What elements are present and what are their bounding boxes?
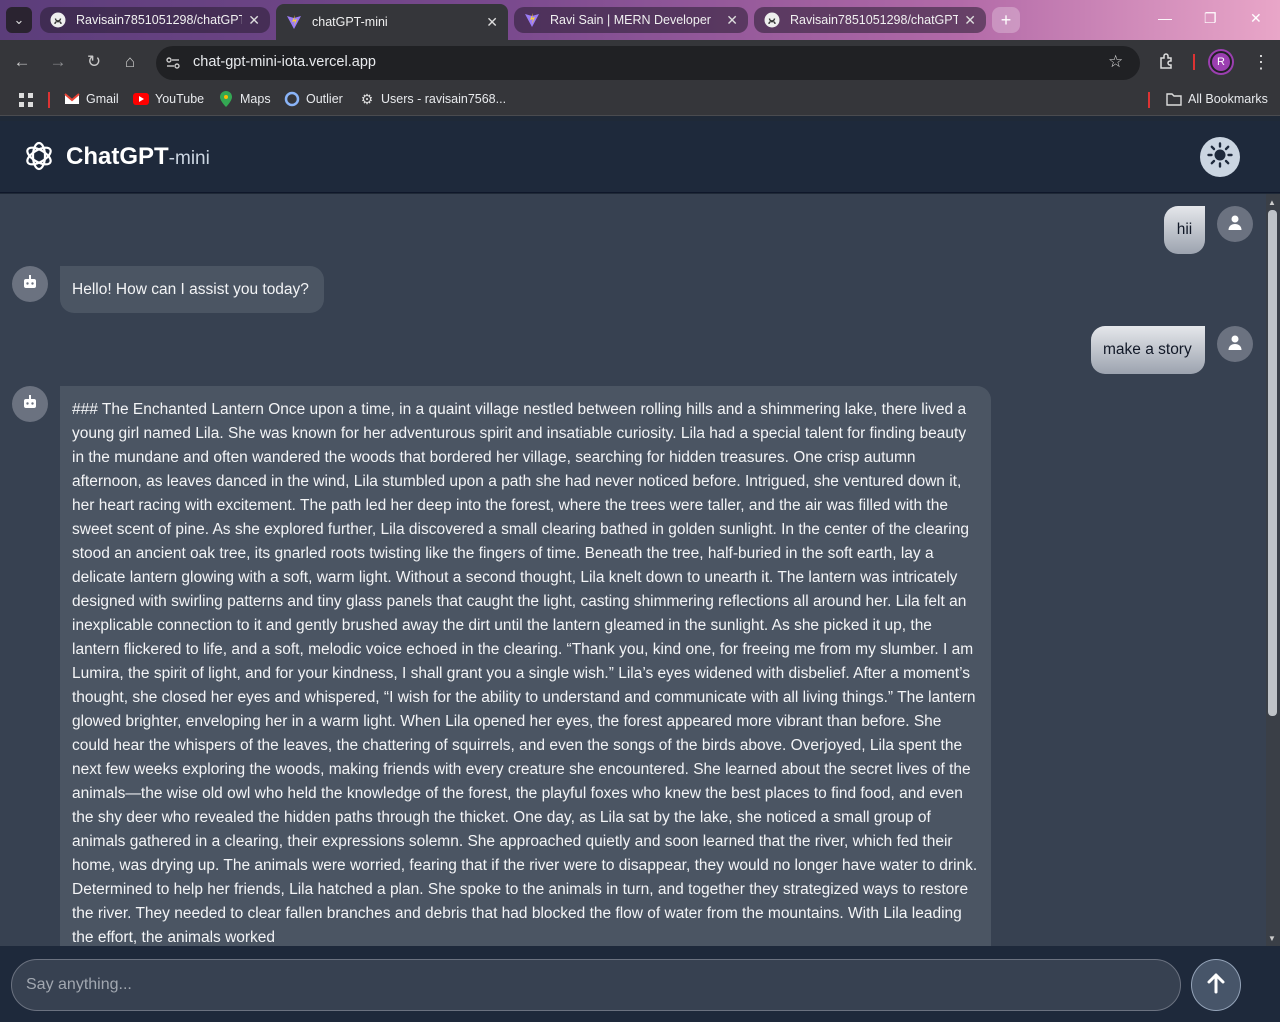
bookmark-star-icon[interactable]: ☆ — [1108, 52, 1123, 72]
home-icon[interactable]: ⌂ — [120, 52, 140, 72]
bookmark-label: Maps — [240, 92, 271, 106]
outlier-icon — [284, 91, 300, 107]
user-icon — [1227, 214, 1243, 235]
reload-icon[interactable]: ↻ — [84, 52, 104, 72]
user-avatar — [1217, 326, 1253, 362]
folder-icon — [1166, 92, 1182, 106]
scrollbar-thumb[interactable] — [1268, 210, 1277, 716]
robot-icon — [22, 274, 38, 295]
bookmark-divider — [1148, 92, 1150, 108]
tab-label: Ravisain7851051298/chatGPT-m — [790, 13, 959, 27]
close-icon[interactable]: ✕ — [248, 12, 260, 29]
message-text: ### The Enchanted Lantern Once upon a ti… — [72, 401, 978, 946]
tab-github-1[interactable]: Ravisain7851051298/chatGPT-m ✕ — [40, 7, 270, 33]
tab-portfolio[interactable]: Ravi Sain | MERN Developer ✕ — [514, 7, 748, 33]
bookmark-divider — [48, 92, 50, 108]
all-bookmarks-label: All Bookmarks — [1188, 92, 1268, 106]
bot-message: ### The Enchanted Lantern Once upon a ti… — [60, 386, 991, 946]
new-tab-button[interactable]: + — [992, 7, 1020, 33]
brand-name: ChatGPT — [66, 143, 169, 170]
bookmark-label: Outlier — [306, 92, 343, 106]
tab-label: Ravi Sain | MERN Developer — [550, 13, 711, 27]
maps-icon — [218, 91, 234, 107]
bot-avatar — [12, 266, 48, 302]
menu-kebab-icon[interactable]: ⋮ — [1252, 52, 1270, 73]
user-message: hii — [1164, 206, 1205, 254]
bookmark-label: Gmail — [86, 92, 119, 106]
bot-avatar — [12, 386, 48, 422]
brand-subtitle: -mini — [168, 148, 210, 169]
bookmark-label: Users - ravisain7568... — [381, 92, 507, 106]
robot-icon — [22, 394, 38, 415]
all-bookmarks[interactable]: All Bookmarks — [1166, 92, 1268, 106]
restore-icon[interactable]: ❐ — [1204, 10, 1217, 27]
user-icon — [1227, 334, 1243, 355]
tab-search-chevron-icon[interactable]: ⌄ — [6, 7, 32, 33]
bookmark-maps[interactable]: Maps — [218, 91, 271, 107]
back-arrow-icon[interactable]: ← — [12, 52, 32, 72]
github-icon — [50, 12, 66, 28]
close-icon[interactable]: ✕ — [964, 12, 976, 29]
bookmark-label: YouTube — [155, 92, 205, 106]
bookmark-outlier[interactable]: Outlier — [284, 91, 343, 107]
site-settings-icon[interactable] — [165, 55, 181, 71]
scroll-up-icon[interactable]: ▲ — [1268, 198, 1276, 207]
theme-toggle-button[interactable] — [1200, 137, 1240, 177]
tab-label: chatGPT-mini — [312, 15, 388, 29]
tab-github-2[interactable]: Ravisain7851051298/chatGPT-m ✕ — [754, 7, 986, 33]
user-avatar — [1217, 206, 1253, 242]
gmail-icon — [64, 92, 80, 106]
user-message: make a story — [1091, 326, 1205, 374]
close-icon[interactable]: ✕ — [486, 14, 498, 31]
bot-message: Hello! How can I assist you today? — [60, 266, 324, 313]
message-text: make a story — [1103, 341, 1192, 358]
forward-arrow-icon[interactable]: → — [48, 52, 68, 72]
vite-icon — [286, 14, 302, 30]
send-button[interactable] — [1191, 959, 1241, 1011]
github-icon — [764, 12, 780, 28]
gear-icon: ⚙ — [360, 90, 374, 107]
minimize-icon[interactable]: — — [1158, 10, 1172, 26]
tab-label: Ravisain7851051298/chatGPT-m — [76, 13, 243, 27]
youtube-icon — [133, 92, 149, 106]
message-text: Hello! How can I assist you today? — [72, 281, 309, 298]
scroll-down-icon[interactable]: ▼ — [1268, 934, 1276, 943]
bookmark-gmail[interactable]: Gmail — [64, 92, 119, 106]
extensions-icon[interactable] — [1158, 52, 1176, 75]
profile-avatar[interactable]: R — [1210, 51, 1232, 73]
arrow-up-icon — [1204, 971, 1228, 1000]
close-window-icon[interactable]: ✕ — [1250, 10, 1262, 27]
message-text: hii — [1176, 221, 1193, 238]
bookmark-youtube[interactable]: YouTube — [133, 92, 204, 106]
message-input[interactable] — [11, 959, 1181, 1011]
close-icon[interactable]: ✕ — [726, 12, 738, 29]
tab-chatgpt-mini[interactable]: chatGPT-mini ✕ — [276, 4, 508, 40]
app-title: ChatGPT-mini — [66, 143, 210, 171]
url-text[interactable]: chat-gpt-mini-iota.vercel.app — [193, 54, 376, 70]
sun-icon — [1207, 141, 1233, 173]
openai-logo-icon — [22, 139, 56, 173]
vite-icon — [524, 12, 540, 28]
apps-grid-icon[interactable] — [18, 92, 34, 108]
toolbar-divider — [1193, 54, 1195, 70]
bookmark-users[interactable]: ⚙ Users - ravisain7568... — [359, 90, 507, 107]
